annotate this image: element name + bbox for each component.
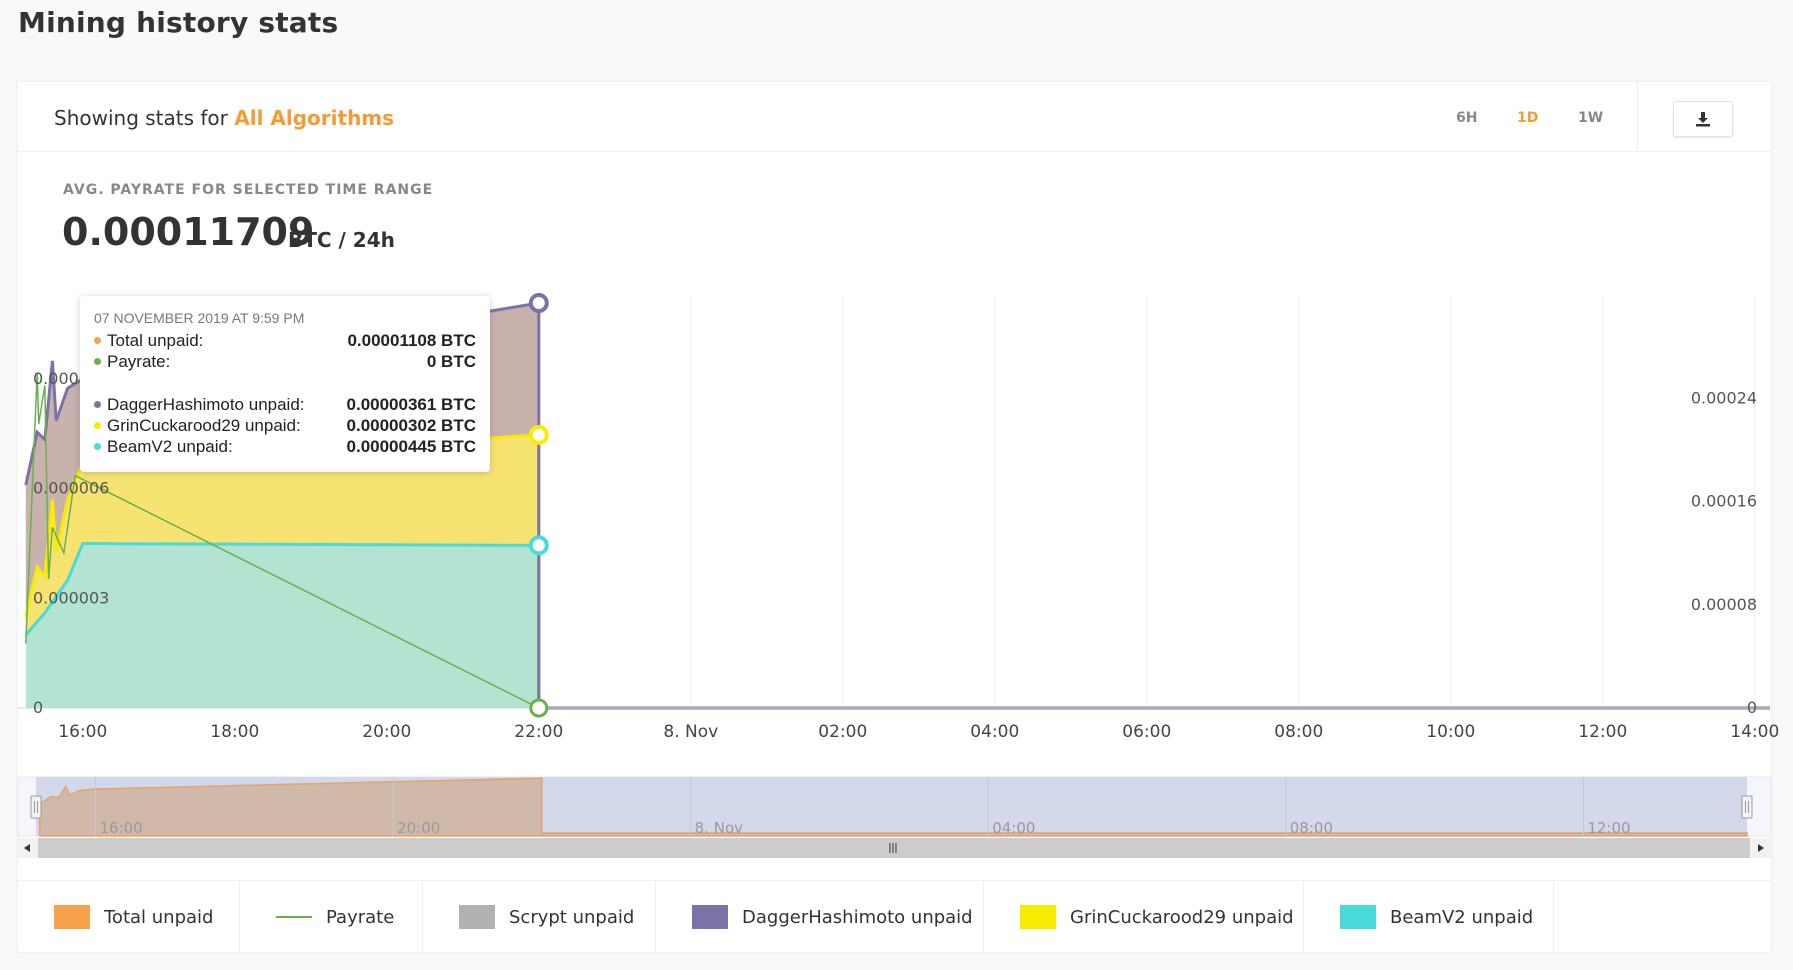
- scrollbar-thumb[interactable]: [38, 838, 1750, 858]
- legend-item-beam-unpaid[interactable]: BeamV2 unpaid: [1304, 881, 1554, 953]
- x-tick-label: 10:00: [1426, 722, 1475, 742]
- tooltip-value: 0.00000302 BTC: [346, 416, 476, 435]
- tooltip-row: DaggerHashimoto unpaid: 0.00000361 BTC: [94, 394, 476, 415]
- x-tick-label: 08:00: [1274, 722, 1323, 742]
- beam-hover-marker: [528, 535, 549, 556]
- navigator-left-handle[interactable]: [30, 795, 42, 819]
- y-right-tick-label: 0.00016: [1691, 492, 1757, 511]
- x-tick-label: 22:00: [514, 722, 563, 742]
- x-tick-label: 14:00: [1730, 722, 1779, 742]
- tooltip-date: 07 NOVEMBER 2019 AT 9:59 PM: [94, 310, 305, 326]
- navigator-label: 04:00: [992, 819, 1035, 837]
- navigator-right-handle[interactable]: [1741, 795, 1753, 819]
- tooltip-value: 0.00000445 BTC: [346, 437, 476, 456]
- x-tick-label: 12:00: [1578, 722, 1627, 742]
- legend-item-total-unpaid[interactable]: Total unpaid: [18, 881, 240, 953]
- beam-area: [25, 543, 539, 708]
- grin-swatch: [1020, 905, 1056, 929]
- payrate-line-swatch: [276, 916, 312, 918]
- total-unpaid-dot: [94, 337, 101, 345]
- tooltip-row: BeamV2 unpaid: 0.00000445 BTC: [94, 436, 476, 457]
- y-left-tick-label: 0: [33, 698, 43, 717]
- y-left-tick-label: 0.000006: [33, 479, 109, 498]
- x-tick-label: 18:00: [210, 722, 259, 742]
- x-tick-label: 8. Nov: [663, 722, 718, 742]
- chart-tooltip: 07 NOVEMBER 2019 AT 9:59 PM Total unpaid…: [80, 296, 490, 472]
- navigator-label: 08:00: [1290, 819, 1333, 837]
- beam-swatch: [1340, 905, 1376, 929]
- dagger-dot: [94, 401, 101, 409]
- dagger-swatch: [692, 905, 728, 929]
- grin-dot: [94, 422, 101, 430]
- scrypt-swatch: [459, 905, 495, 929]
- legend-label: Total unpaid: [104, 906, 214, 928]
- x-tick-label: 20:00: [362, 722, 411, 742]
- tooltip-label: DaggerHashimoto unpaid:: [107, 395, 305, 414]
- dagger-hover-marker: [528, 293, 549, 314]
- beam-dot: [94, 443, 101, 451]
- payrate-hover-marker: [529, 698, 549, 718]
- legend-item-payrate[interactable]: Payrate: [240, 881, 423, 953]
- total-unpaid-swatch: [54, 905, 90, 929]
- tooltip-label: BeamV2 unpaid:: [107, 437, 233, 456]
- tooltip-value: 0.00001108 BTC: [347, 331, 476, 350]
- x-tick-label: 02:00: [818, 722, 867, 742]
- x-tick-label: 06:00: [1122, 722, 1171, 742]
- tooltip-value: 0 BTC: [426, 352, 476, 371]
- navigator-label: 8. Nov: [695, 819, 743, 837]
- legend-item-scrypt-unpaid[interactable]: Scrypt unpaid: [423, 881, 656, 953]
- legend-label: Scrypt unpaid: [509, 906, 635, 928]
- legend-label: GrinCuckarood29 unpaid: [1070, 906, 1294, 928]
- y-right-tick-label: 0.00024: [1691, 388, 1757, 407]
- x-tick-label: 04:00: [970, 722, 1019, 742]
- tooltip-row: Payrate: 0 BTC: [94, 351, 476, 372]
- tooltip-label: Payrate:: [107, 352, 171, 371]
- navigator-label: 12:00: [1587, 819, 1630, 837]
- navigator-label: 20:00: [397, 819, 440, 837]
- grin-hover-marker: [528, 424, 549, 445]
- chart-legend: Total unpaid Payrate Scrypt unpaid Dagge…: [18, 880, 1771, 953]
- legend-label: DaggerHashimoto unpaid: [742, 906, 973, 928]
- legend-label: Payrate: [326, 906, 395, 928]
- tooltip-label: GrinCuckarood29 unpaid:: [107, 416, 301, 435]
- legend-label: BeamV2 unpaid: [1390, 906, 1534, 928]
- tooltip-label: Total unpaid:: [107, 331, 204, 350]
- y-right-tick-label: 0.00008: [1691, 595, 1757, 614]
- legend-item-dagger-unpaid[interactable]: DaggerHashimoto unpaid: [656, 881, 984, 953]
- y-right-tick-label: 0: [1747, 698, 1757, 717]
- navigator-label: 16:00: [100, 819, 143, 837]
- x-tick-label: 16:00: [58, 722, 107, 742]
- tooltip-row: Total unpaid: 0.00001108 BTC: [94, 330, 476, 351]
- legend-item-grin-unpaid[interactable]: GrinCuckarood29 unpaid: [984, 881, 1304, 953]
- tooltip-row: GrinCuckarood29 unpaid: 0.00000302 BTC: [94, 415, 476, 436]
- payrate-dot: [94, 358, 101, 366]
- y-left-tick-label: 0.000003: [33, 588, 109, 607]
- tooltip-value: 0.00000361 BTC: [346, 395, 476, 414]
